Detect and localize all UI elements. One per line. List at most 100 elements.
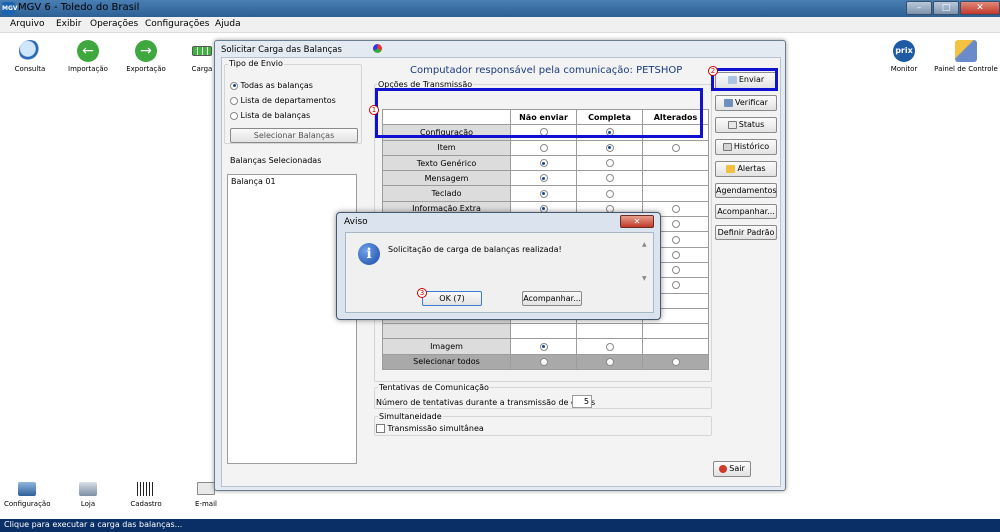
scroll-down-icon[interactable]: ▼ bbox=[642, 275, 650, 282]
exportacao-button[interactable]: → Exportação bbox=[124, 40, 168, 73]
option-radio[interactable] bbox=[605, 342, 614, 351]
option-radio[interactable] bbox=[671, 250, 680, 259]
alertas-label: Alertas bbox=[737, 164, 766, 173]
option-cell bbox=[576, 139, 643, 156]
option-radio[interactable] bbox=[671, 266, 680, 275]
option-lista-departamentos[interactable]: Lista de departamentos bbox=[230, 96, 336, 105]
dialog-title: Solicitar Carga das Balanças bbox=[221, 45, 342, 55]
checkbox-label: Transmissão simultânea bbox=[387, 424, 484, 433]
option-radio[interactable] bbox=[671, 281, 680, 290]
monitor-label: Monitor bbox=[890, 65, 918, 73]
menu-arquivo[interactable]: Arquivo bbox=[10, 19, 44, 29]
option-radio[interactable] bbox=[671, 220, 680, 229]
app-logo-icon bbox=[373, 44, 382, 53]
envelope-icon bbox=[197, 482, 215, 495]
status-label: Status bbox=[738, 120, 765, 129]
consulta-button[interactable]: Consulta bbox=[12, 40, 48, 73]
option-radio[interactable] bbox=[605, 159, 614, 168]
tipo-envio-label: Tipo de Envio bbox=[228, 59, 284, 68]
check-icon bbox=[724, 98, 734, 107]
row-label: Teclado bbox=[382, 185, 511, 202]
option-radio[interactable] bbox=[671, 357, 680, 366]
option-lista-balancas[interactable]: Lista de balanças bbox=[230, 111, 310, 120]
exportacao-label: Exportação bbox=[126, 65, 166, 73]
acompanhar-button[interactable]: Acompanhar... bbox=[715, 204, 777, 219]
transmissao-simultanea-checkbox[interactable]: Transmissão simultânea bbox=[376, 424, 484, 433]
monitor-button[interactable]: prix Monitor bbox=[886, 40, 922, 73]
carga-button[interactable]: Carga bbox=[190, 40, 214, 73]
painel-controle-button[interactable]: Painel de Controle bbox=[934, 40, 998, 73]
tentativas-field-label: Número de tentativas durante a transmiss… bbox=[376, 398, 596, 407]
menu-exibir[interactable]: Exibir bbox=[56, 19, 81, 29]
menu-configuracoes[interactable]: Configurações bbox=[145, 19, 209, 29]
menu-operacoes[interactable]: Operações bbox=[90, 19, 138, 29]
option-label: Lista de balanças bbox=[240, 111, 311, 120]
historico-button[interactable]: Histórico bbox=[715, 139, 777, 155]
option-cell bbox=[642, 353, 709, 371]
option-radio[interactable] bbox=[605, 143, 614, 152]
close-button[interactable]: ✕ bbox=[960, 1, 1000, 15]
table-row bbox=[382, 323, 709, 340]
option-radio[interactable] bbox=[539, 159, 548, 168]
option-radio[interactable] bbox=[539, 143, 548, 152]
definir-padrao-button[interactable]: Definir Padrão bbox=[715, 225, 777, 240]
balancas-selecionadas-label: Balanças Selecionadas bbox=[230, 156, 322, 165]
marker-3: 3 bbox=[417, 288, 427, 298]
cadastro-button[interactable]: Cadastro bbox=[126, 482, 166, 508]
ok-button[interactable]: OK (7) bbox=[422, 291, 482, 306]
option-cell bbox=[642, 170, 709, 187]
menu-ajuda[interactable]: Ajuda bbox=[215, 19, 241, 29]
option-label: Lista de departamentos bbox=[240, 96, 336, 105]
aviso-acompanhar-button[interactable]: Acompanhar... bbox=[522, 291, 582, 306]
option-radio[interactable] bbox=[539, 342, 548, 351]
option-radio[interactable] bbox=[605, 174, 614, 183]
option-cell bbox=[510, 338, 577, 355]
verificar-label: Verificar bbox=[735, 98, 768, 107]
option-radio[interactable] bbox=[605, 357, 614, 366]
agendamentos-button[interactable]: Agendamentos bbox=[715, 183, 777, 198]
option-radio[interactable] bbox=[539, 189, 548, 198]
table-row: Imagem bbox=[382, 338, 709, 355]
option-radio[interactable] bbox=[671, 204, 680, 213]
aviso-dialog: Aviso ✕ i Solicitação de carga de balanç… bbox=[336, 212, 661, 320]
app-icon: MGV bbox=[2, 2, 18, 15]
carga-label: Carga bbox=[191, 65, 213, 73]
list-item[interactable]: Balança 01 bbox=[228, 175, 356, 188]
aviso-message: Solicitação de carga de balanças realiza… bbox=[388, 245, 562, 254]
option-radio[interactable] bbox=[539, 357, 548, 366]
option-radio[interactable] bbox=[605, 189, 614, 198]
alertas-button[interactable]: Alertas bbox=[715, 161, 777, 177]
barcode-icon bbox=[137, 482, 155, 496]
verificar-button[interactable]: Verificar bbox=[715, 95, 777, 111]
scroll-up-icon[interactable]: ▲ bbox=[642, 241, 650, 248]
row-label: Mensagem bbox=[382, 170, 511, 187]
radio-departamentos[interactable] bbox=[230, 96, 238, 105]
radio-balancas[interactable] bbox=[230, 111, 238, 120]
importacao-button[interactable]: ← Importação bbox=[66, 40, 110, 73]
radio-todas[interactable] bbox=[230, 81, 238, 90]
status-button[interactable]: Status bbox=[715, 117, 777, 133]
highlight-enviar bbox=[711, 68, 778, 91]
option-todas-balancas[interactable]: Todas as balanças bbox=[230, 81, 313, 90]
loja-button[interactable]: Loja bbox=[70, 482, 106, 508]
status-bar: Clique para executar a carga das balança… bbox=[0, 519, 1000, 532]
scale-icon bbox=[79, 482, 97, 496]
checkbox-box[interactable] bbox=[376, 424, 385, 433]
configuracao-button[interactable]: Configuração bbox=[4, 482, 50, 508]
simultaneidade-label: Simultaneidade bbox=[378, 412, 443, 421]
maximize-button[interactable]: □ bbox=[933, 1, 959, 15]
selecionar-balancas-button[interactable]: Selecionar Balanças bbox=[230, 128, 358, 143]
option-radio[interactable] bbox=[671, 235, 680, 244]
minimize-button[interactable]: – bbox=[906, 1, 932, 15]
tentativas-input[interactable]: 5 bbox=[572, 395, 592, 408]
option-radio[interactable] bbox=[539, 174, 548, 183]
info-icon: i bbox=[358, 243, 380, 265]
status-text: Clique para executar a carga das balança… bbox=[4, 520, 183, 529]
battery-icon bbox=[192, 46, 212, 56]
table-row: Item bbox=[382, 139, 709, 156]
aviso-close-button[interactable]: ✕ bbox=[620, 215, 654, 228]
option-cell bbox=[642, 338, 709, 355]
option-radio[interactable] bbox=[671, 143, 680, 152]
sair-button[interactable]: Sair bbox=[713, 461, 751, 477]
highlight-config-item bbox=[375, 88, 703, 138]
